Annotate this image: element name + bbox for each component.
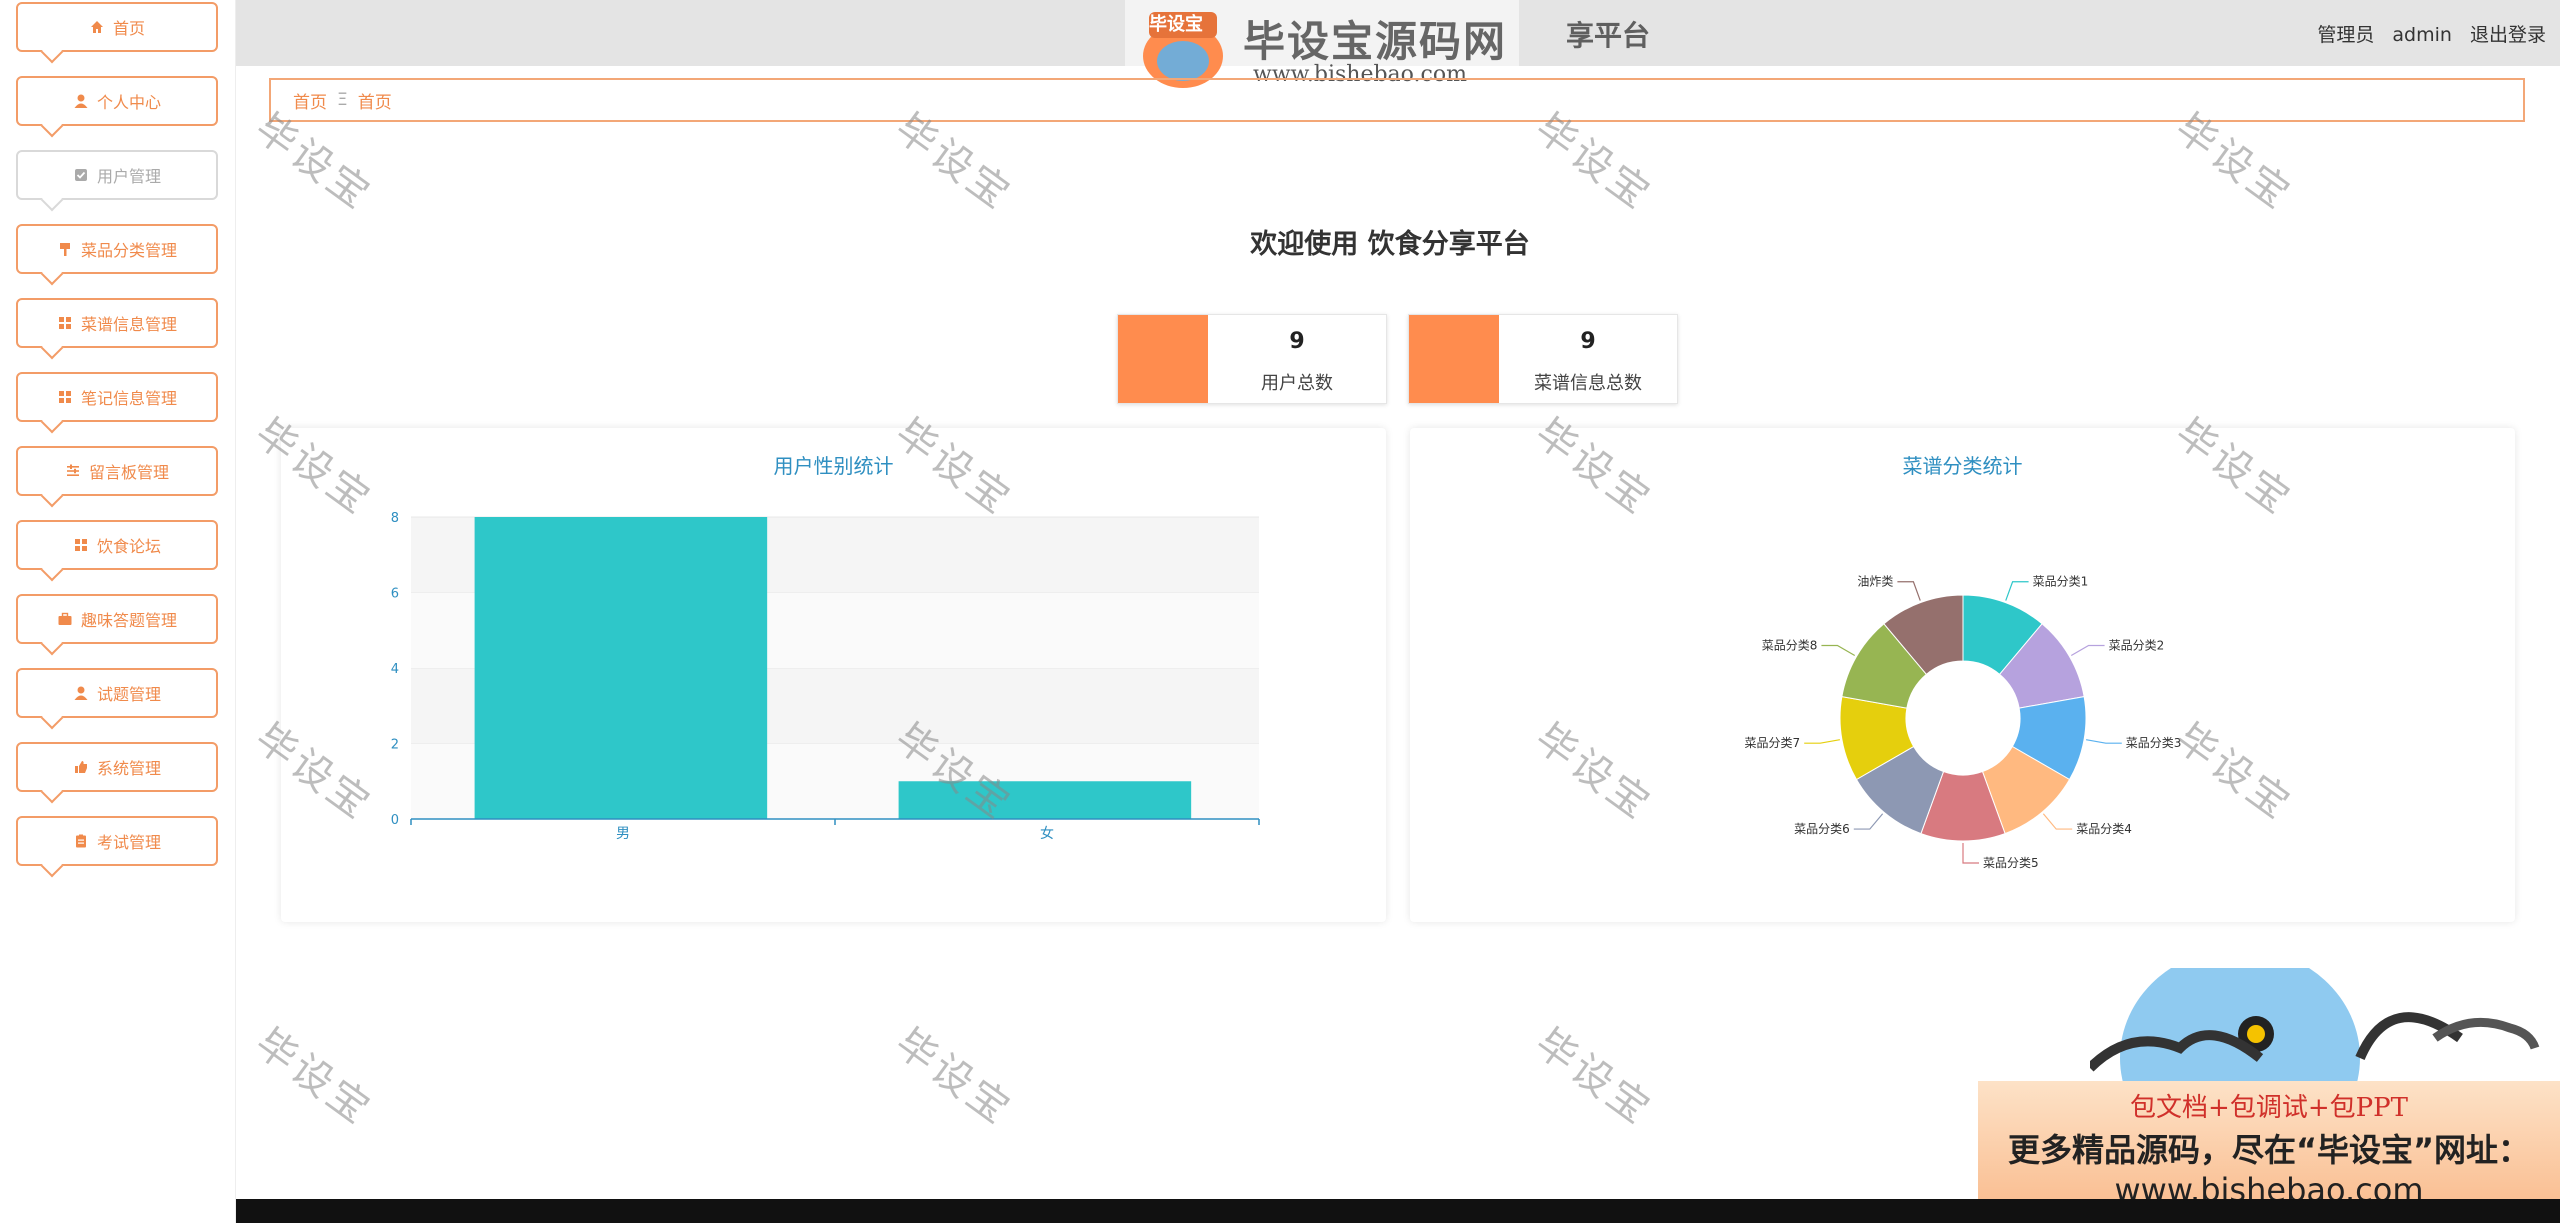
sidebar-item[interactable]: 菜谱信息管理 — [16, 298, 218, 348]
sidebar-item-label: 趣味答题管理 — [80, 611, 177, 630]
sidebar-item[interactable]: 留言板管理 — [16, 446, 218, 496]
sidebar-item-label: 首页 — [112, 19, 145, 38]
stat-card-recipes: 9 菜谱信息总数 — [1408, 314, 1678, 404]
sidebar-item[interactable]: 饮食论坛 — [16, 520, 218, 570]
watermark-text: 毕设宝 — [1526, 1019, 1661, 1135]
checkbox-icon — [73, 167, 89, 183]
pie-leader-line — [2042, 813, 2073, 830]
pie-leader-line — [1962, 843, 1979, 864]
breadcrumb-home[interactable]: 首页 — [293, 88, 327, 113]
sidebar-item-label: 菜谱信息管理 — [80, 315, 177, 334]
sidebar-item-label: 饮食论坛 — [96, 537, 161, 556]
bar — [474, 517, 768, 819]
sidebar-item-label: 笔记信息管理 — [80, 389, 177, 408]
user-area: 管理员 admin 退出登录 — [2305, 20, 2546, 47]
pie-leader-line — [2085, 739, 2122, 744]
username: admin — [2392, 24, 2452, 46]
pie-leader-line — [2070, 644, 2105, 657]
bar — [898, 781, 1192, 819]
header-title: 享平台 — [1566, 19, 1651, 52]
pie-label: 菜品分类6 — [1794, 822, 1850, 836]
sidebar-item-label: 留言板管理 — [88, 463, 169, 482]
grid-icon — [57, 389, 73, 405]
ad-line2: 更多精品源码，尽在“毕设宝”网址： — [2007, 1131, 2531, 1169]
logo-badge-text: 毕设宝 — [1149, 14, 1203, 35]
y-tick-label: 2 — [391, 738, 399, 753]
pie-label: 菜品分类3 — [2126, 736, 2182, 750]
sliders-icon — [65, 463, 81, 479]
stat-label: 菜谱信息总数 — [1534, 373, 1642, 394]
logo-title: 毕设宝源码网 — [1243, 17, 1508, 66]
stat-value: 9 — [1289, 329, 1305, 354]
sidebar-item-label: 系统管理 — [96, 759, 161, 778]
sidebar-item[interactable]: 系统管理 — [16, 742, 218, 792]
pie-label: 菜品分类2 — [2109, 639, 2165, 653]
breadcrumb-current: 首页 — [357, 92, 392, 113]
category-chart-panel: 菜谱分类统计 菜品分类1 菜品分类2 菜品分类3 菜品分类4 菜品分类5 菜品分类6 菜品分… — [1410, 428, 2515, 922]
mascot-illustration-icon — [2090, 968, 2540, 1088]
sidebar-item[interactable]: 考试管理 — [16, 816, 218, 866]
watermark-text: 毕设宝 — [246, 1019, 381, 1135]
pie-leader-line — [2005, 581, 2029, 601]
pie-label: 菜品分类5 — [1983, 856, 2039, 870]
logout-button[interactable]: 退出登录 — [2470, 24, 2546, 46]
stat-color-block — [1118, 315, 1208, 403]
ad-line1: 包文档+包调试+包PPT — [2130, 1093, 2408, 1123]
sidebar-item-label: 用户管理 — [96, 167, 161, 186]
y-tick-label: 4 — [391, 662, 399, 677]
sidebar-item[interactable]: 用户管理 — [16, 150, 218, 200]
user-icon — [73, 685, 89, 701]
sidebar-item-label: 试题管理 — [96, 685, 161, 704]
bottom-bar — [236, 1199, 2560, 1223]
pie-leader-line — [1804, 739, 1841, 744]
pie-label: 菜品分类4 — [2076, 822, 2132, 836]
sidebar-item-label: 个人中心 — [96, 93, 161, 112]
pie-label: 油炸类 — [1857, 575, 1893, 589]
sidebar-item-label: 菜品分类管理 — [80, 241, 177, 260]
stat-value: 9 — [1580, 329, 1596, 354]
user-role: 管理员 — [2317, 24, 2375, 46]
gender-bar-chart: 0 2 4 6 8 男 女 — [391, 511, 1260, 842]
watermark-text: 毕设宝 — [886, 1019, 1021, 1135]
sidebar-item[interactable]: 菜品分类管理 — [16, 224, 218, 274]
sidebar-item-label: 考试管理 — [96, 833, 161, 852]
sidebar-item[interactable]: 笔记信息管理 — [16, 372, 218, 422]
pie-label: 菜品分类1 — [2033, 575, 2089, 589]
grid-icon — [57, 315, 73, 331]
breadcrumb-separator: Ξ — [337, 90, 348, 110]
pie-label: 菜品分类7 — [1745, 736, 1801, 750]
brush-icon — [57, 241, 73, 257]
user-icon — [73, 93, 89, 109]
y-tick-label: 0 — [391, 813, 399, 828]
y-tick-label: 8 — [391, 511, 399, 526]
watermark-logo: 毕设宝 毕设宝源码网 www.bishebao.com — [1125, 0, 1519, 88]
pie-leader-line — [1897, 581, 1921, 601]
thumb-icon — [73, 759, 89, 775]
gender-chart-panel: 用户性别统计 02468男女 — [281, 428, 1386, 922]
stat-label: 用户总数 — [1261, 373, 1333, 394]
grid-icon — [73, 537, 89, 553]
category-pie-chart: 菜品分类1 菜品分类2 菜品分类3 菜品分类4 菜品分类5 菜品分类6 菜品分类7 菜品分类8… — [1745, 575, 2182, 870]
pie-leader-line — [1821, 644, 1856, 657]
sidebar-item[interactable]: 趣味答题管理 — [16, 594, 218, 644]
clipboard-icon — [73, 833, 89, 849]
x-tick-label: 男 — [616, 826, 630, 842]
stat-card-users: 9 用户总数 — [1117, 314, 1387, 404]
sidebar: 首页个人中心用户管理菜品分类管理 菜谱信息管理 笔记信息管理 留言板管理饮食论坛趣味答… — [0, 0, 236, 1223]
stat-color-block — [1409, 315, 1499, 403]
pie-label: 菜品分类8 — [1762, 639, 1818, 653]
sidebar-item[interactable]: 试题管理 — [16, 668, 218, 718]
home-icon — [89, 19, 105, 35]
y-tick-label: 6 — [391, 587, 399, 602]
x-tick-label: 女 — [1040, 825, 1054, 842]
briefcase-icon — [57, 611, 73, 627]
sidebar-item[interactable]: 首页 — [16, 2, 218, 52]
welcome-title: 欢迎使用 饮食分享平台 — [1250, 229, 1530, 260]
breadcrumb: 首页 Ξ 首页 — [269, 78, 2525, 122]
sidebar-item[interactable]: 个人中心 — [16, 76, 218, 126]
pie-leader-line — [1853, 813, 1884, 830]
